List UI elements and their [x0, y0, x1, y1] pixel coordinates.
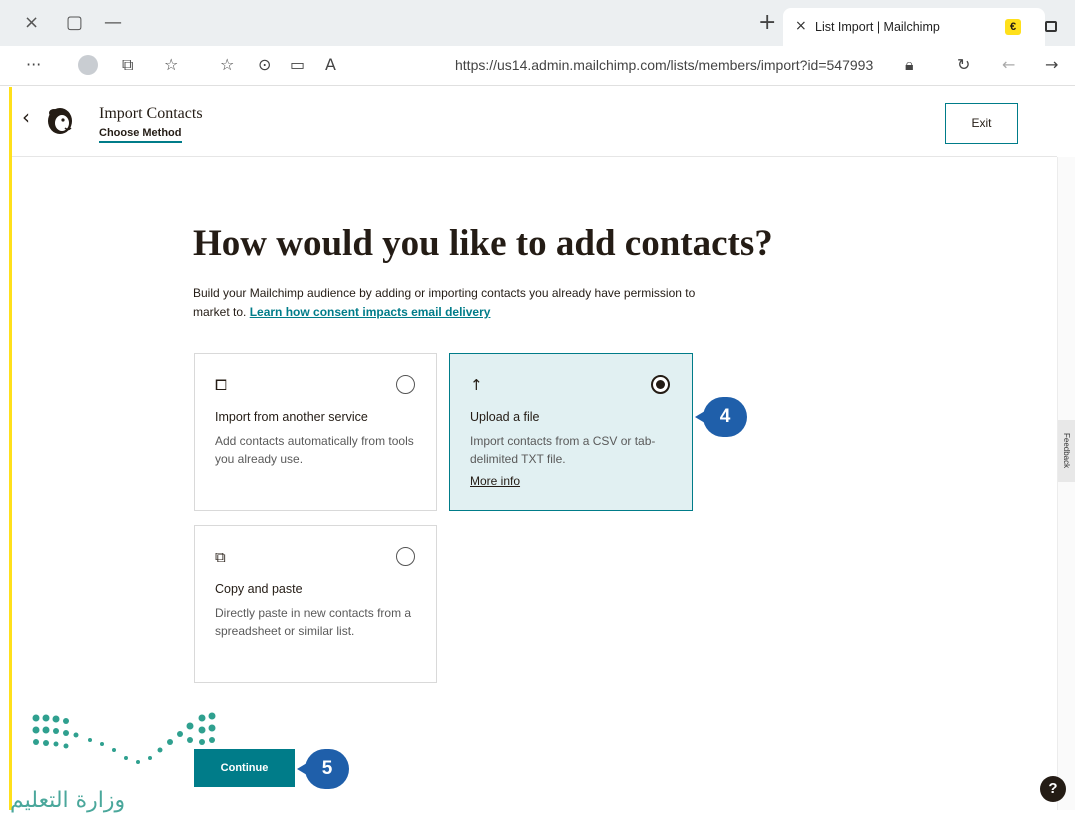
feedback-tab[interactable]: Feedback	[1058, 420, 1075, 482]
read-aloud-icon[interactable]: A	[325, 55, 336, 74]
favorites-list-icon[interactable]: ☆	[164, 55, 178, 74]
option-description: Directly paste in new contacts from a sp…	[215, 606, 412, 638]
help-button[interactable]: ?	[1040, 776, 1066, 802]
collections-icon[interactable]: ⧉	[122, 55, 133, 75]
radio-import-service[interactable]	[396, 375, 415, 394]
radio-upload-file[interactable]	[651, 375, 670, 394]
address-bar[interactable]: https://us14.admin.mailchimp.com/lists/m…	[455, 57, 873, 73]
step-4-callout: 4	[695, 397, 747, 437]
copy-icon: ⧉	[215, 548, 226, 566]
consent-link[interactable]: Learn how consent impacts email delivery	[250, 305, 491, 319]
radio-copy-paste[interactable]	[396, 547, 415, 566]
browser-window: × ▢ — + × List Import | Mailchimp € ··· …	[0, 0, 1075, 813]
tab-title: List Import | Mailchimp	[815, 20, 940, 34]
lock-icon: 🔒︎	[905, 55, 914, 74]
more-info-link[interactable]: More info	[470, 474, 520, 488]
browser-tab[interactable]: × List Import | Mailchimp €	[783, 8, 1045, 46]
address-toolbar: ··· ⧉ ☆ ☆ ⊙ ▭ A https://us14.admin.mailc…	[0, 46, 1075, 86]
close-window-icon[interactable]: ×	[24, 12, 39, 33]
profile-avatar[interactable]	[78, 55, 98, 75]
ministry-watermark: وزارة التعليم	[10, 788, 126, 813]
tab-close-icon[interactable]: ×	[795, 18, 807, 34]
mailchimp-favicon-icon: €	[1005, 19, 1021, 35]
restore-window-icon[interactable]: ▢	[66, 12, 83, 33]
tab-bar: × ▢ — + × List Import | Mailchimp €	[0, 0, 1075, 46]
upload-arrow-icon: ↑	[470, 376, 483, 394]
page-title: Import Contacts	[99, 105, 203, 122]
immersive-reader-icon[interactable]: ▭	[290, 55, 305, 74]
mailchimp-logo-icon	[48, 108, 72, 134]
minimize-window-icon[interactable]: —	[104, 12, 122, 33]
scrollbar[interactable]	[1057, 157, 1075, 810]
option-title: Copy and paste	[215, 582, 303, 596]
more-menu-icon[interactable]: ···	[26, 55, 41, 74]
refresh-icon[interactable]: ↻	[957, 55, 970, 74]
option-upload-file[interactable]: ↑ Upload a file Import contacts from a C…	[449, 353, 693, 511]
page-heading: How would you like to add contacts?	[193, 223, 773, 264]
exit-button[interactable]: Exit	[945, 103, 1018, 144]
brand-stripe	[9, 87, 12, 810]
zoom-icon[interactable]: ⊙	[258, 55, 271, 74]
import-service-icon: ⧠	[215, 376, 228, 394]
option-description: Import contacts from a CSV or tab-delimi…	[470, 434, 656, 466]
back-arrow-icon[interactable]: ←	[1002, 55, 1015, 74]
step-breadcrumb[interactable]: Choose Method	[99, 127, 182, 143]
new-tab-icon[interactable]: +	[758, 10, 776, 35]
tab-actions-icon[interactable]	[1045, 21, 1057, 32]
import-header: ‹ Import Contacts Choose Method Exit	[12, 87, 1057, 157]
option-title: Import from another service	[215, 410, 368, 424]
option-title: Upload a file	[470, 410, 540, 424]
option-import-service[interactable]: ⧠ Import from another service Add contac…	[194, 353, 437, 511]
option-description: Add contacts automatically from tools yo…	[215, 434, 414, 466]
option-copy-paste[interactable]: ⧉ Copy and paste Directly paste in new c…	[194, 525, 437, 683]
back-chevron-icon[interactable]: ‹	[22, 105, 30, 129]
continue-button[interactable]: Continue	[194, 749, 295, 787]
page-description: Build your Mailchimp audience by adding …	[193, 284, 713, 322]
forward-arrow-icon[interactable]: →	[1045, 55, 1058, 74]
step-5-callout: 5	[297, 749, 349, 789]
add-favorite-icon[interactable]: ☆	[220, 55, 234, 74]
